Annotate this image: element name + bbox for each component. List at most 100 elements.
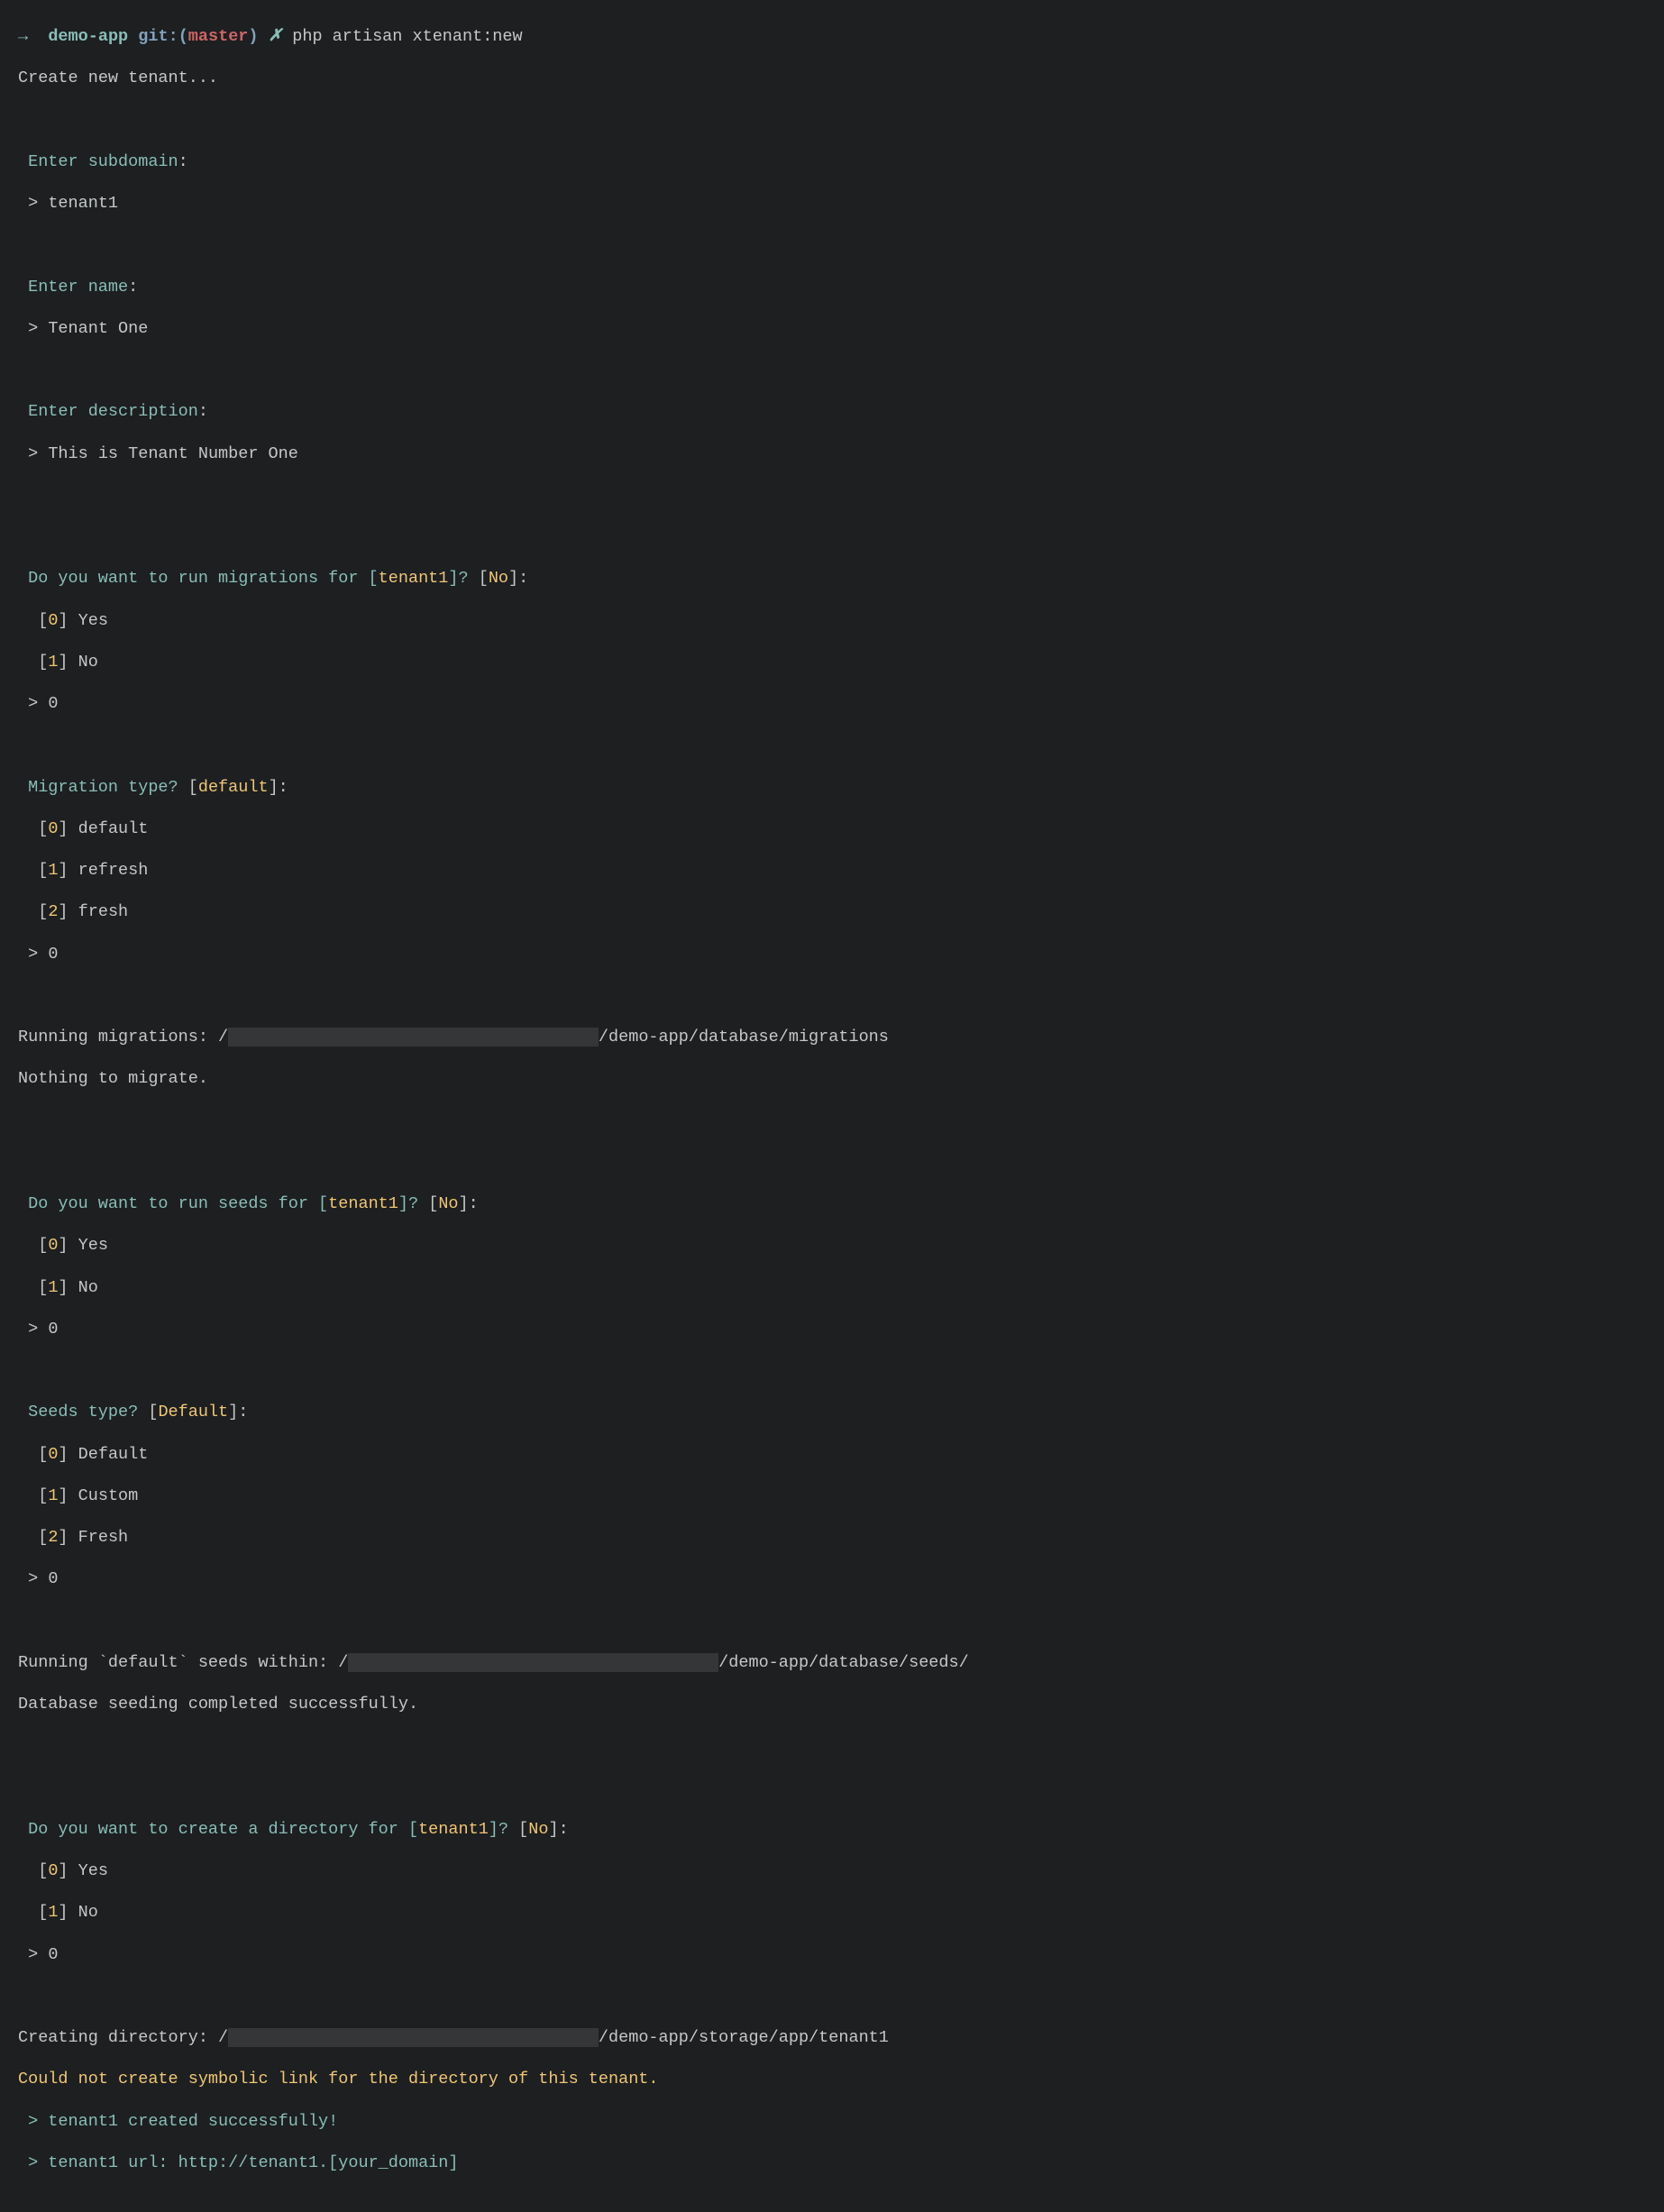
option-line: [1] refresh — [18, 860, 1646, 881]
prompt-text: ]? — [489, 1820, 508, 1839]
option-line: [0] Yes — [18, 1860, 1646, 1881]
terminal[interactable]: → demo-app git:(master) ✗ php artisan xt… — [0, 0, 1664, 2212]
option-label: No — [78, 1903, 98, 1922]
nothing-to-migrate: Nothing to migrate. — [18, 1068, 1646, 1089]
option-line: [1] No — [18, 1902, 1646, 1923]
intro-line: Create new tenant... — [18, 68, 1646, 88]
a-directory: > 0 — [18, 1944, 1646, 1965]
paren-close: ) — [248, 27, 258, 46]
prompt-text: Seeds type? — [28, 1403, 138, 1421]
option-line: [1] No — [18, 1277, 1646, 1298]
answer-text: 0 — [48, 1320, 58, 1339]
option-index: 1 — [48, 861, 58, 880]
option-index: 1 — [48, 653, 58, 672]
tenant-url: > tenant1 url: http://tenant1.[your_doma… — [18, 2153, 1646, 2173]
prompt-git: git: — [138, 27, 178, 46]
prompt-command: php artisan xtenant:new — [292, 27, 522, 46]
a-seedtype: > 0 — [18, 1568, 1646, 1589]
default-token: No — [489, 569, 508, 588]
blank-line — [18, 110, 1646, 131]
q-seeds: Do you want to run seeds for [tenant1]? … — [18, 1193, 1646, 1214]
option-line: [1] No — [18, 652, 1646, 672]
option-index: 0 — [48, 1861, 58, 1880]
default-token: Default — [158, 1403, 228, 1421]
a-seeds: > 0 — [18, 1319, 1646, 1339]
answer-text: This is Tenant Number One — [48, 444, 298, 463]
blank-line — [18, 485, 1646, 506]
creating-directory: Creating directory: / /demo-app/storage/… — [18, 2027, 1646, 2048]
option-line: [0] Yes — [18, 1235, 1646, 1256]
prompt-text: Migration type? — [28, 778, 178, 797]
prompt-arrow-icon: → — [18, 27, 28, 46]
option-line: [2] Fresh — [18, 1527, 1646, 1548]
prompt-text: Enter subdomain — [28, 152, 178, 171]
a-name: > Tenant One — [18, 318, 1646, 339]
redacted-path — [348, 1653, 718, 1672]
option-label: Fresh — [78, 1528, 129, 1547]
prompt-text: Do you want to run seeds for [ — [28, 1194, 328, 1213]
prompt-dir: demo-app — [48, 27, 128, 46]
q-seedtype: Seeds type? [Default]: — [18, 1402, 1646, 1422]
seeding-done: Database seeding completed successfully. — [18, 1694, 1646, 1714]
running-seeds: Running `default` seeds within: / /demo-… — [18, 1652, 1646, 1673]
answer-text: 0 — [48, 1569, 58, 1588]
redacted-path — [228, 1028, 599, 1047]
option-line: [0] Yes — [18, 610, 1646, 631]
option-label: refresh — [78, 861, 149, 880]
symlink-warning: Could not create symbolic link for the d… — [18, 2069, 1646, 2089]
paren-open: ( — [178, 27, 188, 46]
blank-line — [18, 234, 1646, 255]
answer-text: 0 — [48, 945, 58, 964]
answer-text: tenant1 — [48, 194, 118, 213]
option-label: Default — [78, 1445, 149, 1464]
dirty-x-icon: ✗ — [269, 27, 283, 46]
prompt-text: ]? — [448, 569, 468, 588]
prompt-line: → demo-app git:(master) ✗ php artisan xt… — [18, 26, 1646, 47]
option-label: Yes — [78, 1861, 108, 1880]
option-index: 0 — [48, 611, 58, 630]
blank-line — [18, 1111, 1646, 1131]
a-subdomain: > tenant1 — [18, 193, 1646, 214]
redacted-path — [228, 2028, 599, 2047]
blank-line — [18, 360, 1646, 380]
a-migrations: > 0 — [18, 693, 1646, 714]
q-directory: Do you want to create a directory for [t… — [18, 1819, 1646, 1840]
q-name: Enter name: — [18, 277, 1646, 297]
running-migrations: Running migrations: / /demo-app/database… — [18, 1027, 1646, 1047]
blank-line — [18, 1152, 1646, 1173]
prompt-text: Do you want to run migrations for [ — [28, 569, 379, 588]
option-line: [2] fresh — [18, 901, 1646, 922]
option-line: [1] Custom — [18, 1485, 1646, 1506]
prompt-text: ]? — [398, 1194, 418, 1213]
blank-line — [18, 735, 1646, 755]
blank-line — [18, 1611, 1646, 1632]
option-label: No — [78, 653, 98, 672]
answer-text: 0 — [48, 694, 58, 713]
q-description: Enter description: — [18, 401, 1646, 422]
option-label: Yes — [78, 1236, 108, 1255]
default-token: No — [528, 1820, 548, 1839]
option-label: fresh — [78, 902, 129, 921]
prompt-text: Enter description — [28, 402, 198, 421]
blank-line — [18, 526, 1646, 547]
option-index: 0 — [48, 1445, 58, 1464]
q-migrations: Do you want to run migrations for [tenan… — [18, 568, 1646, 589]
option-index: 1 — [48, 1486, 58, 1505]
option-label: Custom — [78, 1486, 139, 1505]
default-token: No — [438, 1194, 458, 1213]
tenant-token: tenant1 — [379, 569, 449, 588]
a-description: > This is Tenant Number One — [18, 443, 1646, 464]
option-index: 1 — [48, 1278, 58, 1297]
tenant-token: tenant1 — [418, 1820, 489, 1839]
option-index: 0 — [48, 819, 58, 838]
option-index: 2 — [48, 902, 58, 921]
blank-line — [18, 1778, 1646, 1798]
option-label: No — [78, 1278, 98, 1297]
q-subdomain: Enter subdomain: — [18, 151, 1646, 172]
created-success: > tenant1 created successfully! — [18, 2111, 1646, 2132]
q-migtype: Migration type? [default]: — [18, 777, 1646, 798]
option-label: Yes — [78, 611, 108, 630]
blank-line — [18, 985, 1646, 1006]
blank-line — [18, 1735, 1646, 1756]
prompt-text: Enter name — [28, 278, 128, 297]
